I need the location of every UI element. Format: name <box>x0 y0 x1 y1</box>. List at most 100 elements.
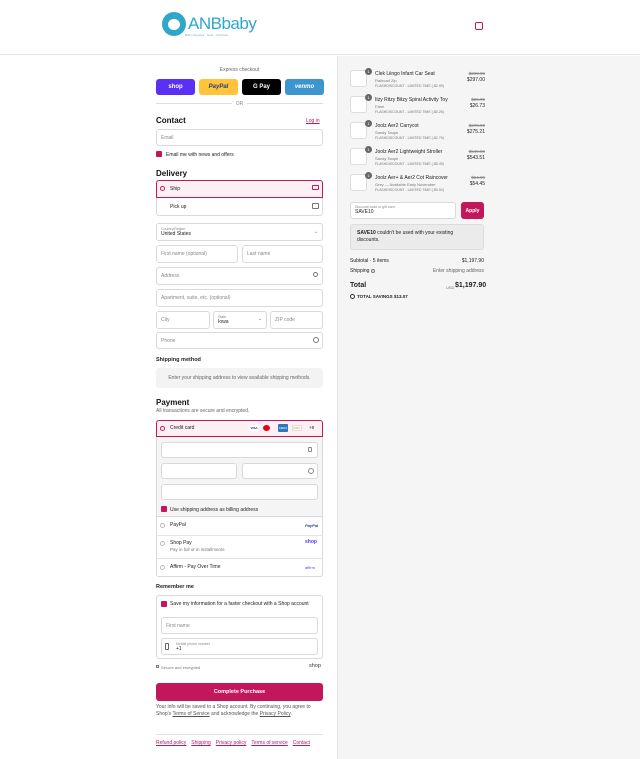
truck-icon <box>312 185 319 190</box>
mobile-icon <box>165 643 169 650</box>
apply-button[interactable]: Apply <box>461 202 484 219</box>
item-variant: Railroad Zip <box>375 78 397 83</box>
divider <box>156 558 323 559</box>
last-name-field[interactable]: Last name <box>242 245 323 263</box>
brand-tagline: Baby Supplies · Gear · Furniture <box>185 33 229 37</box>
divider <box>156 535 323 536</box>
email-field[interactable]: Email <box>156 129 323 146</box>
paypal-radio[interactable] <box>160 523 165 528</box>
item-name: Joolz Aer2 Carrycot <box>375 123 419 129</box>
venmo-button[interactable]: venmo <box>285 79 324 95</box>
item-variant: Grey — Available Early November <box>375 182 436 187</box>
shipping-method-heading: Shipping method <box>156 357 201 363</box>
mobile-value: +1 <box>176 646 182 652</box>
shipping-method-note: Enter your shipping address to view avai… <box>156 368 323 388</box>
affirm-logo: affirm <box>305 565 315 570</box>
affirm-label: Affirm - Pay Over Time <box>170 564 221 570</box>
help-icon[interactable] <box>308 468 314 474</box>
quantity-badge: 1 <box>365 146 372 153</box>
paypal-logo: PayPal <box>305 523 319 528</box>
shopping-bag-icon[interactable] <box>475 22 483 30</box>
news-checkbox[interactable] <box>156 151 162 157</box>
shop-pay-button[interactable]: shop <box>156 79 195 95</box>
country-value: United States <box>161 231 192 237</box>
quantity-badge: 1 <box>365 172 372 179</box>
country-select[interactable]: Country/Region United States <box>156 223 323 241</box>
security-code-field[interactable] <box>242 463 318 479</box>
login-link[interactable]: Log in <box>306 118 320 124</box>
item-name: Clek Liingo Infant Car Seat <box>375 71 435 77</box>
item-discount: FLASHDISCOUNT - LIMITED TIME (-$2.79) <box>375 136 444 140</box>
affirm-radio[interactable] <box>160 565 165 570</box>
item-variant: Sandy Taupe <box>375 130 399 135</box>
brand-name: ANBbaby <box>188 14 257 33</box>
item-name: Joolz Aer2 Lightweight Stroller <box>375 149 443 155</box>
currency-code: USD <box>446 285 455 290</box>
city-field[interactable]: City <box>156 311 210 329</box>
discount-code-field[interactable]: Discount code or gift card SAVE10 <box>350 202 456 219</box>
credit-card-radio[interactable] <box>160 426 165 431</box>
expiration-field[interactable] <box>161 463 237 479</box>
address-field[interactable]: Address <box>156 267 323 285</box>
lock-icon <box>308 447 312 452</box>
item-old-price: $25.99 <box>471 97 485 102</box>
divider <box>156 734 323 735</box>
item-variant: Farm <box>375 104 385 109</box>
contact-heading: Contact <box>156 116 186 125</box>
ship-option[interactable] <box>156 180 323 198</box>
or-divider-label: OR <box>235 101 244 107</box>
google-pay-button[interactable]: G Pay <box>242 79 281 95</box>
privacy-link[interactable]: Privacy Policy <box>260 711 291 717</box>
complete-purchase-button[interactable]: Complete Purchase <box>156 683 323 701</box>
ship-radio[interactable] <box>160 186 165 191</box>
savings-value: $13.07 <box>393 294 408 299</box>
item-old-price: $54.99 <box>471 175 485 180</box>
contact-link[interactable]: Contact <box>293 740 310 746</box>
remember-first-name-field[interactable]: First name <box>161 617 318 634</box>
subtotal-label: Subtotal · 5 items <box>350 258 389 264</box>
help-icon[interactable] <box>371 269 375 273</box>
search-icon <box>313 272 318 277</box>
discount-error-notice: SAVE10 couldn't be used with your existi… <box>350 224 484 250</box>
item-old-price: $279.00 <box>468 123 485 128</box>
help-icon[interactable] <box>313 337 319 343</box>
card-number-field[interactable] <box>161 442 318 458</box>
store-icon <box>312 203 319 209</box>
news-checkbox-label: Email me with news and offers <box>166 152 234 158</box>
delivery-heading: Delivery <box>156 169 188 178</box>
zip-field[interactable]: ZIP code <box>270 311 323 329</box>
privacy-policy-link[interactable]: Privacy policy <box>216 740 247 746</box>
item-price: $297.00 <box>466 77 485 83</box>
baby-face-icon <box>162 12 186 36</box>
header: ANBbaby Baby Supplies · Gear · Furniture <box>0 0 640 55</box>
subtotal-value: $1,197.90 <box>461 258 484 264</box>
remember-heading: Remember me <box>156 584 194 590</box>
phone-field[interactable]: Phone <box>156 332 323 349</box>
name-on-card-field[interactable] <box>161 484 318 500</box>
shop-consent-text: Your info will be saved to a Shop accoun… <box>156 704 326 718</box>
shoppay-sublabel: Pay in full or in installments <box>170 547 225 552</box>
cart-items: 1 Clek Liingo Infant Car Seat Railroad Z… <box>350 68 485 198</box>
credit-card-label: Credit card <box>170 425 195 431</box>
mobile-phone-field[interactable]: Mobile phone number +1 <box>161 638 318 655</box>
first-name-field[interactable]: First name (optional) <box>156 245 238 263</box>
billing-checkbox[interactable] <box>161 506 167 512</box>
terms-link[interactable]: Terms of Service <box>172 711 209 717</box>
terms-of-service-link[interactable]: Terms of service <box>251 740 287 746</box>
consent-text: . <box>290 711 292 717</box>
total-value: $1,197.90 <box>455 282 487 289</box>
total-label: Total <box>350 282 367 289</box>
amex-icon: AMEX <box>278 424 288 432</box>
paypal-button[interactable]: PayPal <box>199 79 238 95</box>
shoppay-radio[interactable] <box>160 541 165 546</box>
item-discount: FLASHDISCOUNT - LIMITED TIME (-$0.26) <box>375 110 444 114</box>
shoppay-logo: shop <box>305 539 317 545</box>
save-info-checkbox[interactable] <box>161 601 167 607</box>
apartment-field[interactable]: Apartment, suite, etc. (optional) <box>156 289 323 307</box>
discover-icon: DISC <box>292 425 302 431</box>
refund-policy-link[interactable]: Refund policy <box>156 740 186 746</box>
payment-heading: Payment <box>156 398 190 407</box>
billing-checkbox-label: Use shipping address as billing address <box>170 507 259 513</box>
shipping-link[interactable]: Shipping <box>191 740 210 746</box>
quantity-badge: 1 <box>365 120 372 127</box>
